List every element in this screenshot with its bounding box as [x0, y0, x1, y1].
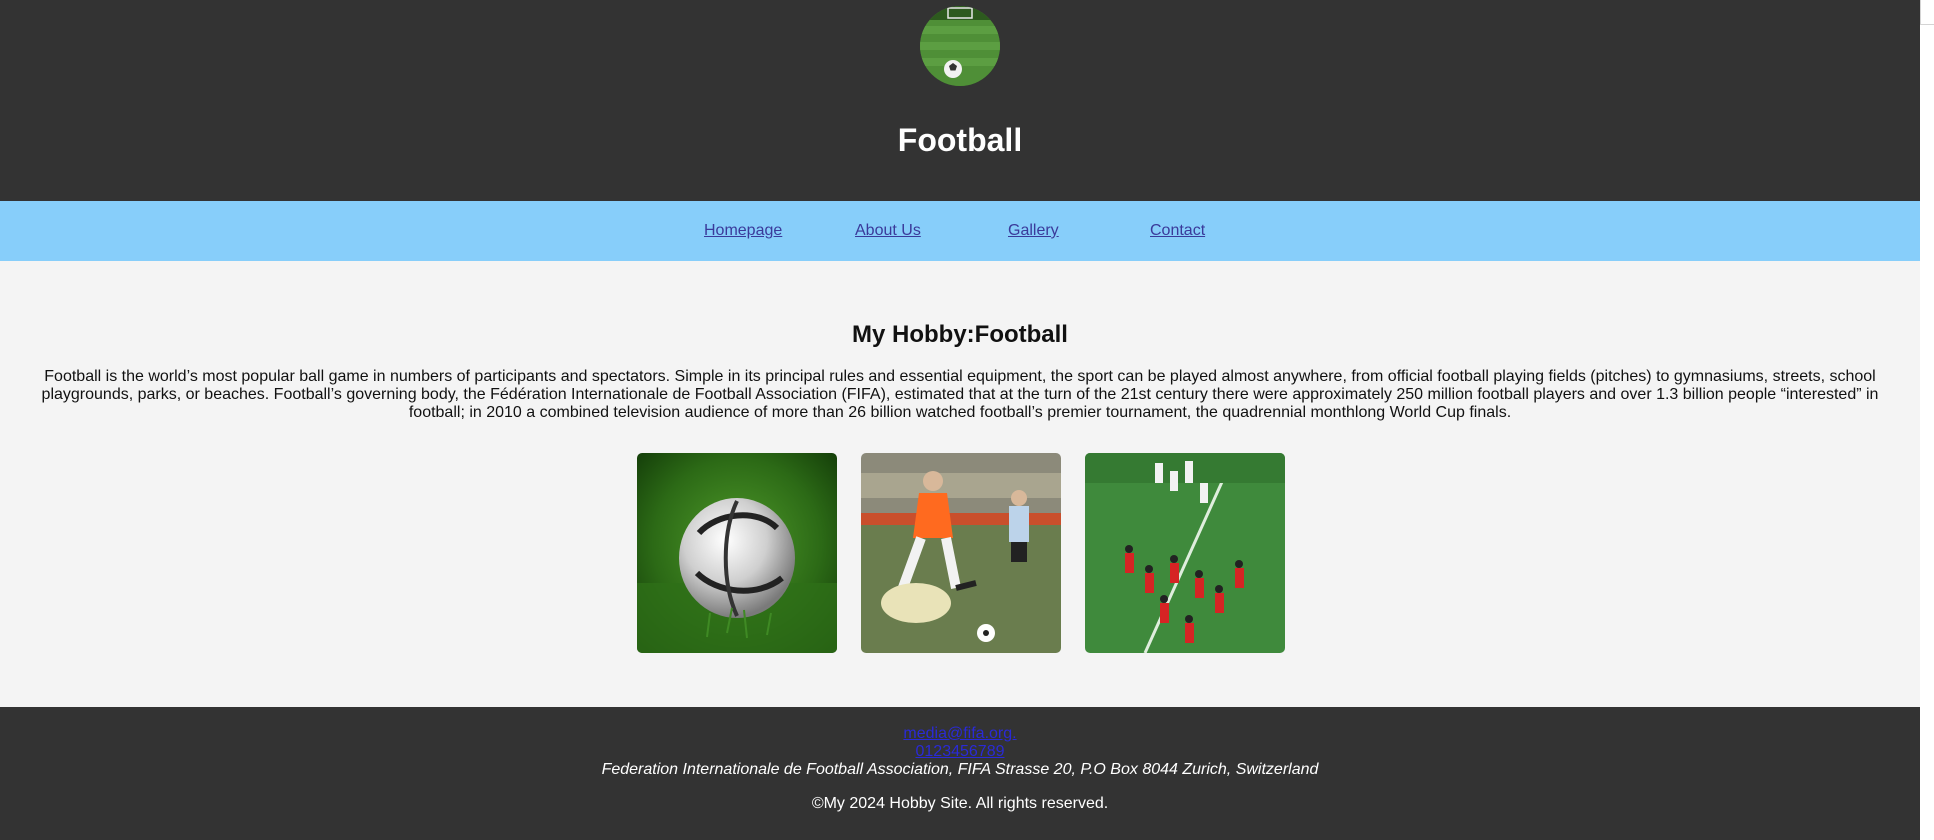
nav-link-homepage[interactable]: Homepage [704, 221, 782, 241]
main-nav: Homepage About Us Gallery Contact [0, 201, 1920, 261]
nav-link-about-us[interactable]: About Us [855, 221, 921, 241]
footer-phone-link[interactable]: 0123456789 [0, 743, 1920, 761]
football-on-grass-image [637, 453, 837, 653]
site-header: Football [0, 0, 1920, 201]
team-on-pitch-image [1085, 453, 1285, 653]
section-title: My Hobby:Football [852, 321, 1068, 348]
site-footer: media@fifa.org. 0123456789 Federation In… [0, 707, 1920, 840]
footer-copyright: ©My 2024 Hobby Site. All rights reserved… [811, 795, 1109, 812]
football-field-logo-icon [920, 6, 1000, 86]
intro-paragraph: Football is the world’s most popular bal… [41, 368, 1879, 421]
footer-address: Federation Internationale de Football As… [601, 761, 1319, 778]
scrollbar[interactable] [1920, 0, 1934, 25]
player-kicking-ball-image [861, 453, 1061, 653]
site-title: Football [897, 122, 1023, 158]
nav-link-contact[interactable]: Contact [1150, 221, 1205, 241]
page: Football Homepage About Us Gallery Conta… [0, 0, 1920, 840]
footer-email-link[interactable]: media@fifa.org. [0, 725, 1920, 743]
nav-link-gallery[interactable]: Gallery [1008, 221, 1059, 241]
